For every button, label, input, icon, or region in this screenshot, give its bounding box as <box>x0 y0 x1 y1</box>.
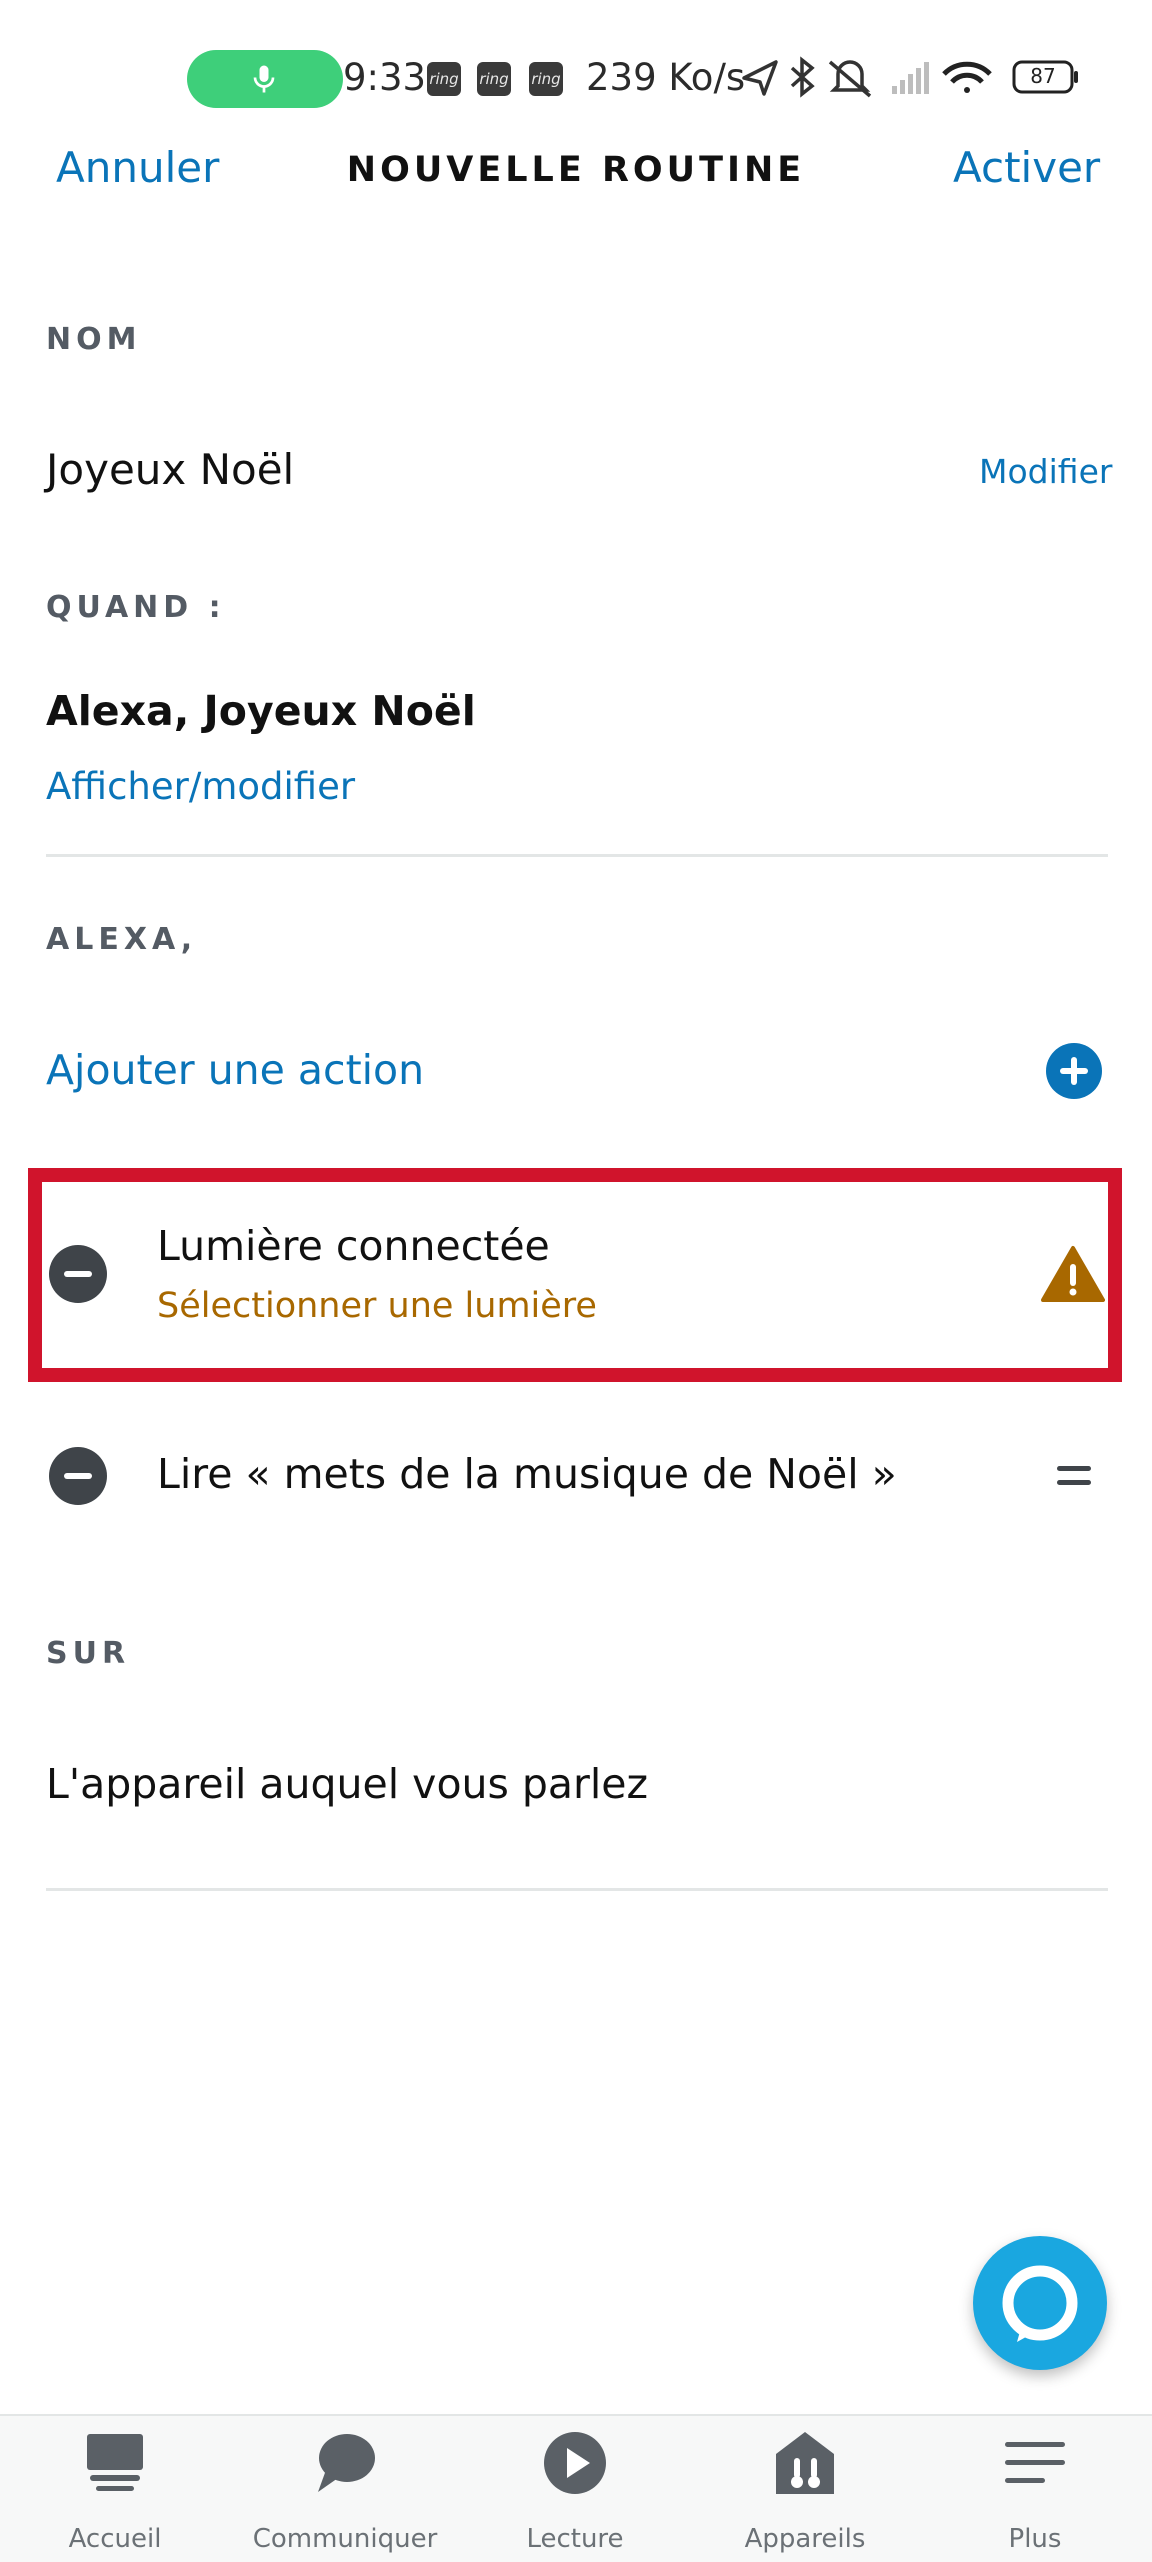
divider <box>46 854 1108 857</box>
action-title[interactable]: Lire « mets de la musique de Noël » <box>157 1450 897 1498</box>
ring-notification-icon: ring <box>477 62 511 96</box>
nav-label: Appareils <box>744 2524 866 2554</box>
trigger-phrase: Alexa, Joyeux Noël <box>46 687 476 735</box>
status-time: 9:33 <box>343 56 427 99</box>
when-section-label: QUAND : <box>46 590 226 625</box>
status-icons: 87 <box>740 56 1090 104</box>
nav-label: Communiquer <box>252 2524 438 2554</box>
action-subtitle[interactable]: Sélectionner une lumière <box>157 1286 597 1326</box>
alexa-section-label: ALEXA, <box>46 922 198 957</box>
nav-label: Plus <box>1008 2524 1062 2554</box>
ring-notification-icon: ring <box>427 62 461 96</box>
chat-bubble-icon <box>318 2434 375 2492</box>
alexa-button[interactable] <box>973 2236 1107 2370</box>
routine-name: Joyeux Noël <box>46 445 295 494</box>
plus-circle-icon <box>1046 1043 1102 1099</box>
network-speed: 239 Ko/s <box>586 56 746 99</box>
activate-button[interactable]: Activer <box>953 143 1100 192</box>
divider <box>46 1888 1108 1891</box>
ring-notification-icon: ring <box>529 62 563 96</box>
alexa-icon <box>1002 2265 1078 2342</box>
warning-icon <box>1041 1245 1105 1307</box>
devices-icon <box>776 2432 834 2494</box>
signal-icon <box>892 62 929 94</box>
name-section-label: NOM <box>46 322 142 357</box>
add-action-button[interactable] <box>1045 1042 1103 1100</box>
action-title[interactable]: Lumière connectée <box>157 1222 550 1270</box>
battery-level: 87 <box>1030 64 1056 88</box>
edit-name-link[interactable]: Modifier <box>979 452 1112 491</box>
target-device[interactable]: L'appareil auquel vous parlez <box>46 1760 648 1808</box>
microphone-indicator <box>187 50 343 108</box>
location-icon <box>742 60 778 96</box>
mic-icon <box>253 65 275 93</box>
remove-action-button[interactable] <box>49 1245 107 1303</box>
play-icon <box>544 2432 606 2494</box>
menu-icon <box>1005 2442 1065 2483</box>
add-action-link[interactable]: Ajouter une action <box>46 1046 424 1094</box>
bell-muted-icon <box>828 60 872 98</box>
highlight-frame <box>28 1168 1122 1382</box>
on-section-label: SUR <box>46 1636 131 1671</box>
home-icon <box>87 2434 143 2491</box>
wifi-icon <box>942 61 992 93</box>
drag-handle-icon[interactable] <box>1055 1462 1093 1496</box>
view-edit-trigger-link[interactable]: Afficher/modifier <box>46 765 355 808</box>
bluetooth-icon <box>790 56 815 98</box>
nav-label: Accueil <box>68 2524 162 2554</box>
nav-label: Lecture <box>526 2524 624 2554</box>
remove-action-button[interactable] <box>49 1447 107 1505</box>
